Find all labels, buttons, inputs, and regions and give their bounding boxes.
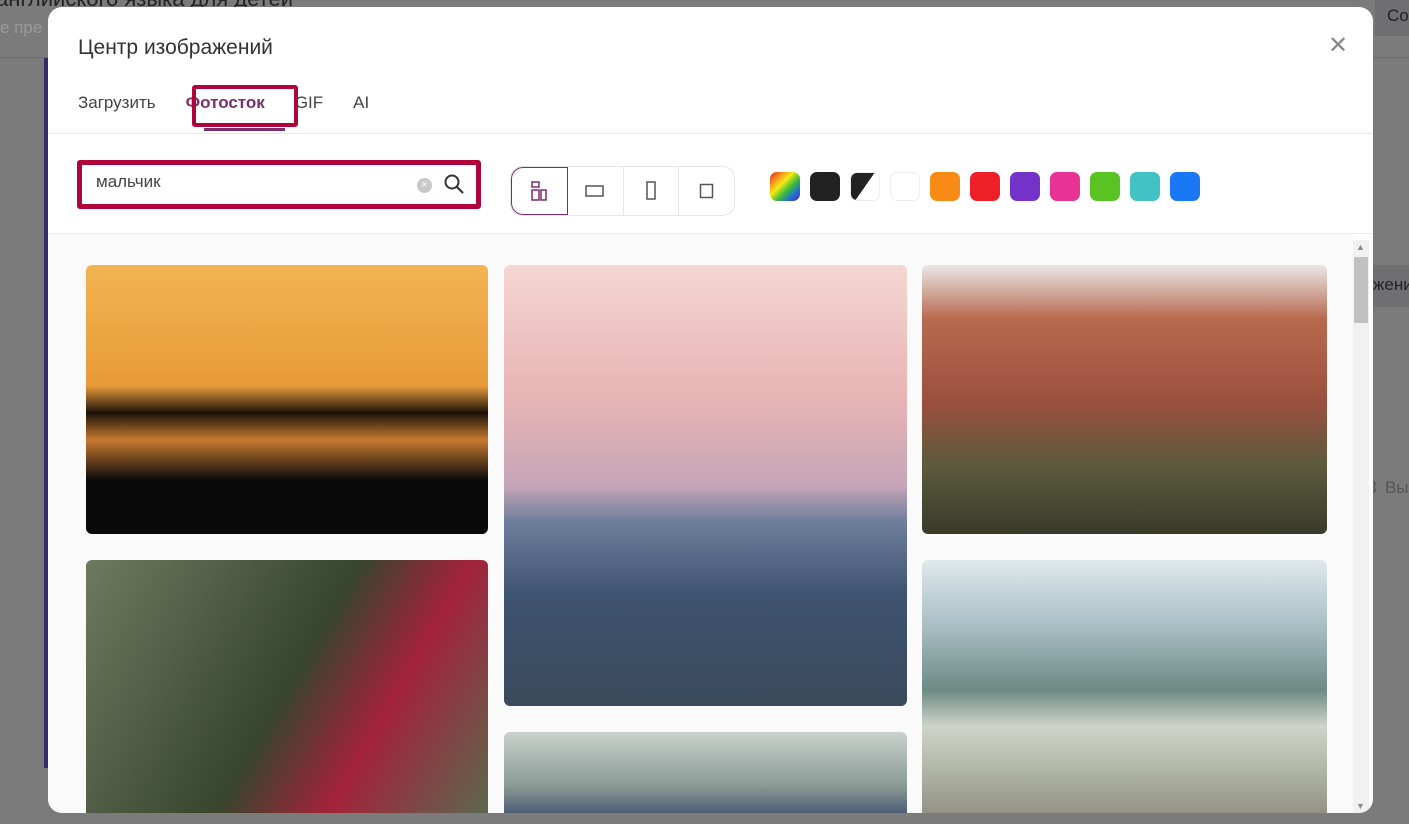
layout-all-button[interactable] [511,167,568,215]
color-black-white[interactable] [850,172,880,201]
divider [48,133,1373,134]
image-couple-bench[interactable] [504,732,907,813]
background-button: Со [1375,0,1409,36]
image-mountain-lake[interactable] [922,560,1327,813]
color-filters [770,172,1210,201]
square-icon [699,183,713,199]
tab-ai[interactable]: AI [353,93,369,113]
layout-square-button[interactable] [679,167,734,215]
scroll-down-icon[interactable]: ▼ [1356,801,1365,811]
image-city-dusk[interactable] [504,265,907,706]
background-row-2-label: Вы [1384,478,1409,497]
image-grid [48,234,1353,813]
color-green[interactable] [1090,172,1120,201]
search-input[interactable] [96,172,396,192]
active-tab-underline [204,128,285,131]
color-teal[interactable] [1130,172,1160,201]
image-boy-bike-sunset[interactable] [86,265,488,534]
layout-horizontal-button[interactable] [568,167,624,215]
color-purple[interactable] [1010,172,1040,201]
search-box: × [77,160,481,209]
tab-upload[interactable]: Загрузить [78,93,156,113]
background-subtitle: е пре [0,18,43,37]
tab-highlight-box [192,85,298,127]
scroll-up-icon[interactable]: ▲ [1356,242,1365,252]
scrollbar-thumb[interactable] [1354,257,1368,323]
image-center-dialog: Центр изображений ✕ Загрузить Фотосток G… [48,7,1373,813]
color-pink[interactable] [1050,172,1080,201]
image-hiker-cliffs[interactable] [922,265,1327,534]
color-orange[interactable] [930,172,960,201]
horizontal-icon [585,185,604,197]
clear-icon[interactable]: × [417,178,432,193]
image-young-man[interactable] [86,560,488,813]
color-rainbow[interactable] [770,172,800,201]
scrollbar[interactable]: ▲ ▼ [1353,240,1369,813]
close-icon[interactable]: ✕ [1328,31,1348,60]
color-red[interactable] [970,172,1000,201]
dialog-title: Центр изображений [78,36,273,59]
color-white[interactable] [890,172,920,201]
color-black[interactable] [810,172,840,201]
background-row: жени [1373,265,1409,307]
vertical-icon [646,181,656,200]
tab-gif[interactable]: GIF [295,93,323,113]
layout-filter [510,166,735,216]
search-icon[interactable] [443,173,465,195]
mixed-layout-icon [531,181,548,201]
layout-vertical-button[interactable] [624,167,680,215]
color-blue[interactable] [1170,172,1200,201]
